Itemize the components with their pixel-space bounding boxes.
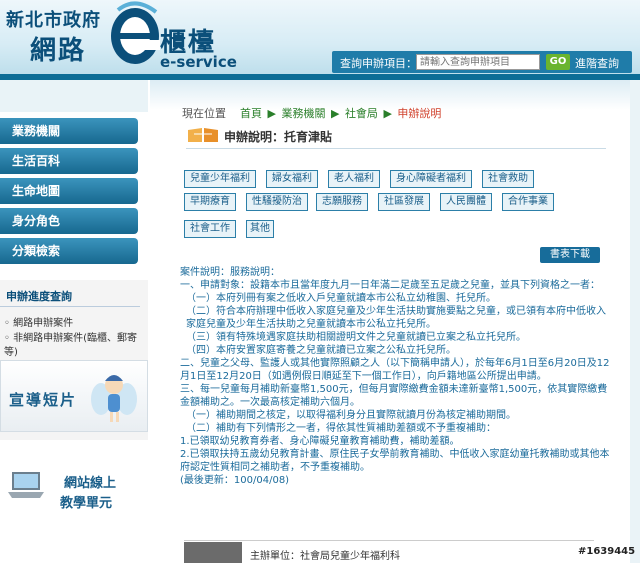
- article-paragraph: 一、申請對象：設籍本市且當年度九月一日年滿二足歲至五足歲之兒童，並具下列資格之一…: [180, 280, 600, 291]
- sidebar-item-category-search[interactable]: 分類檢索: [0, 238, 138, 264]
- last-updated: (最後更新：100/04/08): [180, 475, 290, 486]
- category-cooperatives[interactable]: 合作事業: [502, 193, 554, 211]
- divider: [0, 306, 140, 307]
- online-tutorial-banner[interactable]: 網站線上 教學單元: [0, 440, 148, 516]
- breadcrumb-prefix: 現在位置: [182, 107, 226, 120]
- article-paragraph: （一）補助期間之核定，以取得福利身分且實際就讀月份為核定補助期間。: [186, 410, 516, 421]
- breadcrumb-home[interactable]: 首頁: [240, 107, 262, 120]
- category-civil-groups[interactable]: 人民團體: [440, 193, 492, 211]
- organizer-label-block: [184, 542, 242, 563]
- organizer-row: 主辦單位：社會局兒童少年福利科: [184, 540, 594, 563]
- breadcrumb: 現在位置 首頁 ▶ 業務機關 ▶ 社會局 ▶ 申辦說明: [182, 105, 441, 121]
- chevron-right-icon: ▶: [330, 107, 340, 120]
- main-content: 現在位置 首頁 ▶ 業務機關 ▶ 社會局 ▶ 申辦說明 申辦說明：托育津貼 兒童…: [150, 80, 640, 563]
- sidebar-item-life-encyclopedia[interactable]: 生活百科: [0, 148, 138, 174]
- offline-application-link[interactable]: ◦ 非網路申辦案件(臨櫃、郵寄等): [4, 332, 144, 360]
- category-community-development[interactable]: 社區發展: [378, 193, 430, 211]
- breadcrumb-agencies[interactable]: 業務機關: [281, 107, 325, 120]
- category-women-welfare[interactable]: 婦女福利: [266, 170, 318, 188]
- online-application-link[interactable]: ◦ 網路申辦案件: [4, 314, 73, 329]
- mascot-fairy-icon: [91, 375, 137, 422]
- breadcrumb-gap: [230, 107, 237, 120]
- bullet-icon: ◦: [4, 318, 14, 329]
- article-paragraph: （一）本府列冊有案之低收入戶兒童就讀本市公私立幼稚園、托兒所。: [186, 293, 496, 304]
- title-divider: [186, 148, 606, 149]
- search-input[interactable]: [416, 54, 540, 70]
- category-child-youth-welfare[interactable]: 兒童少年福利: [184, 170, 256, 188]
- category-harassment-prevention[interactable]: 性騷擾防治: [246, 193, 308, 211]
- right-edge-band: [630, 80, 640, 563]
- logo-eservice-text: e-service: [160, 53, 237, 71]
- laptop-icon: [8, 472, 44, 498]
- chevron-right-icon: ▶: [383, 107, 392, 120]
- organizer-text: 主辦單位：社會局兒童少年福利科: [250, 551, 400, 562]
- sidebar-item-agencies[interactable]: 業務機關: [0, 118, 138, 144]
- sidebar-item-life-map[interactable]: 生命地圖: [0, 178, 138, 204]
- category-disability-welfare[interactable]: 身心障礙者福利: [390, 170, 472, 188]
- form-download-button[interactable]: 書表下載: [540, 247, 600, 263]
- article-body: 案件說明：服務說明： 一、申請對象：設籍本市且當年度九月一日年滿二足歲至五足歲之…: [180, 266, 610, 487]
- logo-city-name: 新北市政府: [6, 10, 101, 31]
- site-header: 新北市政府 網路 櫃檯 e-service 查詢申辦項目： GO 進階查詢: [0, 0, 640, 80]
- application-status-title: 申辦進度查詢: [6, 290, 72, 303]
- article-paragraph: 2.已領取扶持五歲幼兒教育計畫、原住民子女學前教育補助、中低收入家庭幼童托教補助…: [180, 449, 610, 473]
- sidebar: 業務機關 生活百科 生命地圖 身分角色 分類檢索 申辦進度查詢 ◦ 網路申辦案件…: [0, 80, 148, 563]
- category-elderly-welfare[interactable]: 老人福利: [328, 170, 380, 188]
- article-paragraph: （三）領有特殊境遇家庭扶助相關證明文件之兒童就讀已立案之私立托兒所。: [186, 332, 526, 343]
- bullet-icon: ◦: [4, 333, 14, 344]
- promo-video-banner[interactable]: 宣導短片: [0, 360, 148, 432]
- article-paragraph: 三、每一兒童每月補助新臺幣1,500元，但每月實際繳費金額未達新臺幣1,500元…: [180, 384, 608, 408]
- category-other[interactable]: 其他: [246, 220, 274, 238]
- watermark-id: #1639445: [578, 546, 636, 557]
- category-social-assistance[interactable]: 社會救助: [482, 170, 534, 188]
- sidebar-top-band: [0, 80, 148, 112]
- sidebar-item-identity-role[interactable]: 身分角色: [0, 208, 138, 234]
- category-early-intervention[interactable]: 早期療育: [184, 193, 236, 211]
- offline-application-label: 非網路申辦案件(臨櫃、郵寄等): [4, 333, 137, 358]
- online-tutorial-line2: 教學單元: [60, 496, 113, 511]
- article-paragraph: （二）符合本府辦理中低收入家庭兒童及少年生活扶助實施要點之兒童，或已領有本府中低…: [186, 306, 606, 330]
- logo-title-left: 網路: [30, 36, 87, 66]
- category-social-work[interactable]: 社會工作: [184, 220, 236, 238]
- chevron-right-icon: ▶: [267, 107, 276, 120]
- logo-e-icon: [111, 1, 160, 64]
- article-paragraph: 1.已領取幼兒教育券者、身心障礙兒童教育補助費，補助差額。: [180, 436, 460, 447]
- search-go-button[interactable]: GO: [546, 54, 570, 70]
- article-paragraph: （四）本府安置家庭寄養之兒童就讀已立案之公私立托兒所。: [186, 345, 456, 356]
- search-bar: 查詢申辦項目： GO 進階查詢: [332, 51, 632, 73]
- online-tutorial-line1: 網站線上: [64, 476, 117, 491]
- article-paragraph: 二、兒童之父母、監護人或其他實際照顧之人（以下簡稱申請人），於每年6月1日至6月…: [180, 358, 610, 382]
- book-icon: [188, 128, 218, 142]
- breadcrumb-current: 申辦說明: [397, 107, 442, 120]
- promo-video-label: 宣導短片: [9, 391, 78, 409]
- article-paragraph: （二）補助有下列情形之一者，得依其性質補助差額或不予重複補助：: [186, 423, 496, 434]
- page-title: 申辦說明：托育津貼: [224, 130, 333, 144]
- search-label: 查詢申辦項目：: [340, 57, 417, 70]
- article-heading: 案件說明：服務說明：: [180, 267, 280, 278]
- online-application-label: 網路申辦案件: [13, 318, 74, 329]
- category-volunteer-service[interactable]: 志願服務: [316, 193, 368, 211]
- advanced-search-link[interactable]: 進階查詢: [575, 55, 619, 71]
- breadcrumb-social-affairs[interactable]: 社會局: [345, 107, 378, 120]
